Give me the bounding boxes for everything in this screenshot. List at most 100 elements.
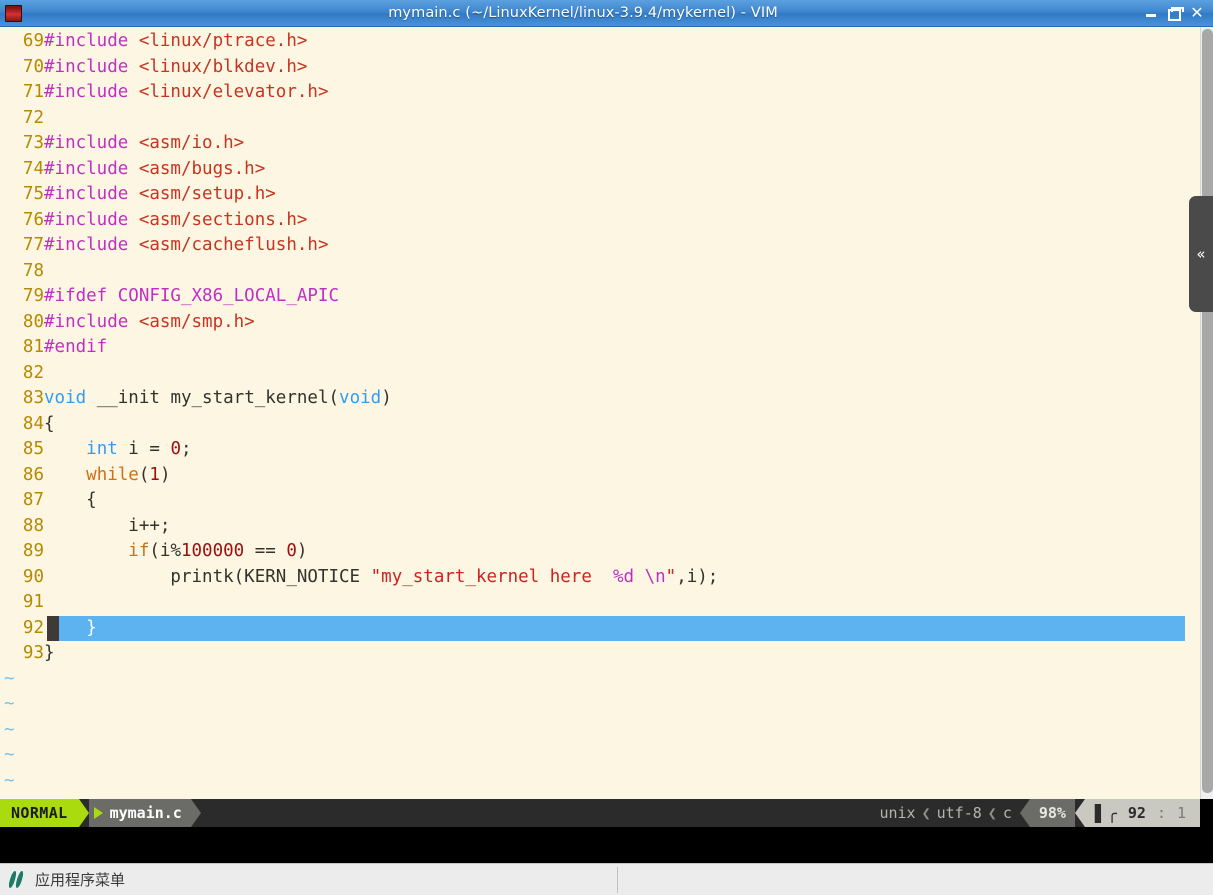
code-token: <linux/elevator.h> — [138, 82, 329, 102]
code-token: #include — [44, 56, 139, 77]
code-token: i++; — [44, 515, 171, 536]
code-line[interactable]: 73#include <asm/io.h> — [0, 131, 1200, 157]
line-number: 78 — [22, 260, 44, 281]
code-line[interactable]: 76#include <asm/sections.h> — [0, 208, 1200, 234]
code-line[interactable]: 83void __init my_start_kernel(void) — [0, 386, 1200, 412]
status-encoding: utf-8 — [936, 804, 982, 822]
vertical-scrollbar[interactable] — [1200, 27, 1213, 799]
code-token: #include — [44, 133, 139, 153]
line-number: 84 — [22, 413, 44, 434]
application-menu-button[interactable]: 应用程序菜单 — [0, 864, 125, 895]
line-number: 74 — [22, 158, 44, 179]
code-line[interactable]: 75#include <asm/setup.h> — [0, 182, 1200, 208]
code-line[interactable]: 81#endif — [0, 335, 1200, 361]
code-token: " — [665, 566, 677, 587]
line-number: 88 — [22, 515, 44, 536]
code-token: ) — [381, 388, 392, 408]
code-token: #include — [44, 158, 139, 179]
desktop-taskbar: 应用程序菜单 — [0, 863, 1213, 895]
code-line[interactable]: 78 — [0, 259, 1200, 285]
code-token: #include — [44, 82, 139, 102]
code-line[interactable]: 77#include <asm/cacheflush.h> — [0, 233, 1200, 259]
code-line-text: #include <asm/cacheflush.h> — [44, 233, 328, 259]
code-line[interactable]: 82 — [0, 361, 1200, 387]
code-line[interactable]: 70#include <linux/blkdev.h> — [0, 55, 1200, 81]
code-line[interactable]: 69#include <linux/ptrace.h> — [0, 29, 1200, 55]
code-line-text: #include <asm/setup.h> — [44, 182, 276, 208]
code-line[interactable]: 86 while(1) — [0, 463, 1200, 489]
code-token: <asm/io.h> — [138, 133, 245, 153]
window-controls: ✕ — [1144, 5, 1213, 21]
application-menu-label: 应用程序菜单 — [35, 871, 126, 889]
code-token: int — [86, 439, 118, 459]
status-filename-section[interactable]: mymain.c — [88, 799, 191, 827]
code-token: <asm/cacheflush.h> — [138, 235, 329, 255]
taskbar-window-list[interactable] — [618, 864, 1213, 895]
file-separator-arrow-icon — [190, 799, 201, 827]
position-separator-arrow-icon — [1074, 799, 1085, 827]
line-number: 80 — [22, 311, 44, 332]
status-fileformat: unix — [879, 804, 916, 822]
line-number: 79 — [22, 286, 44, 306]
code-token: 100000 — [180, 541, 245, 561]
tilde-icon: ~ — [4, 719, 15, 740]
whisker-menu-icon — [9, 870, 26, 889]
code-token: (i% — [149, 541, 181, 561]
code-line[interactable]: 72 — [0, 106, 1200, 132]
code-line[interactable]: 84{ — [0, 412, 1200, 438]
code-line[interactable]: 93} — [0, 641, 1200, 667]
empty-buffer-line: ~ — [0, 743, 1200, 769]
code-line[interactable]: 88 i++; — [0, 514, 1200, 540]
code-line-text: #include <asm/bugs.h> — [44, 157, 265, 183]
code-line-text: #include <asm/smp.h> — [44, 310, 255, 336]
code-line[interactable]: 91 — [0, 590, 1200, 616]
code-token: <linux/ptrace.h> — [138, 31, 308, 51]
line-number: 87 — [22, 490, 44, 510]
code-line[interactable]: 79#ifdef CONFIG_X86_LOCAL_APIC — [0, 284, 1200, 310]
line-number: 73 — [22, 133, 44, 153]
code-token: 0 — [170, 439, 181, 459]
percent-separator-arrow-icon — [1019, 799, 1030, 827]
code-token: %d — [612, 566, 635, 587]
maximize-button[interactable] — [1167, 6, 1184, 21]
code-line[interactable]: 80#include <asm/smp.h> — [0, 310, 1200, 336]
code-text-area[interactable]: 69#include <linux/ptrace.h> 70#include <l… — [0, 29, 1200, 794]
scrollbar-thumb[interactable] — [1202, 29, 1213, 793]
vim-editor[interactable]: 69#include <linux/ptrace.h> 70#include <l… — [0, 27, 1200, 799]
minimize-button[interactable] — [1144, 6, 1158, 20]
code-token: ) — [159, 464, 171, 485]
tilde-icon: ~ — [4, 745, 15, 765]
code-token: #include — [44, 31, 139, 51]
edge-panel-handle[interactable]: « — [1189, 196, 1213, 312]
code-token: void — [339, 388, 382, 408]
close-button[interactable]: ✕ — [1190, 5, 1204, 21]
code-line[interactable]: 92 } — [0, 615, 1200, 641]
code-line-text: { — [44, 412, 55, 438]
code-line[interactable]: 85 int i = 0; — [0, 437, 1200, 463]
line-number: 81 — [22, 337, 44, 357]
code-line[interactable]: 89 if(i%100000 == 0) — [0, 539, 1200, 565]
code-line[interactable]: 74#include <asm/bugs.h> — [0, 157, 1200, 183]
line-number: 72 — [22, 107, 44, 128]
code-token: printk(KERN_NOTICE — [44, 566, 371, 587]
code-token: ) — [296, 541, 308, 561]
code-token: #include — [44, 235, 139, 255]
code-line[interactable]: 87 { — [0, 488, 1200, 514]
code-token: #include — [44, 311, 139, 332]
code-token: __init my_start_kernel( — [86, 388, 340, 408]
line-number: 82 — [22, 362, 44, 383]
code-line[interactable]: 71#include <linux/elevator.h> — [0, 80, 1200, 106]
window-title: mymain.c (~/LinuxKernel/linux-3.9.4/myke… — [388, 5, 778, 21]
code-token: <linux/blkdev.h> — [138, 56, 308, 77]
line-number: 91 — [22, 592, 44, 612]
tilde-icon: ~ — [4, 770, 15, 791]
code-token: <asm/smp.h> — [138, 311, 255, 332]
code-line[interactable]: 90 printk(KERN_NOTICE "my_start_kernel h… — [0, 565, 1200, 591]
status-line-number: 92 — [1127, 804, 1146, 822]
window-titlebar[interactable]: mymain.c (~/LinuxKernel/linux-3.9.4/myke… — [0, 0, 1213, 27]
line-number: 85 — [22, 439, 44, 459]
code-token: == — [244, 541, 287, 561]
line-number: 89 — [22, 541, 44, 561]
